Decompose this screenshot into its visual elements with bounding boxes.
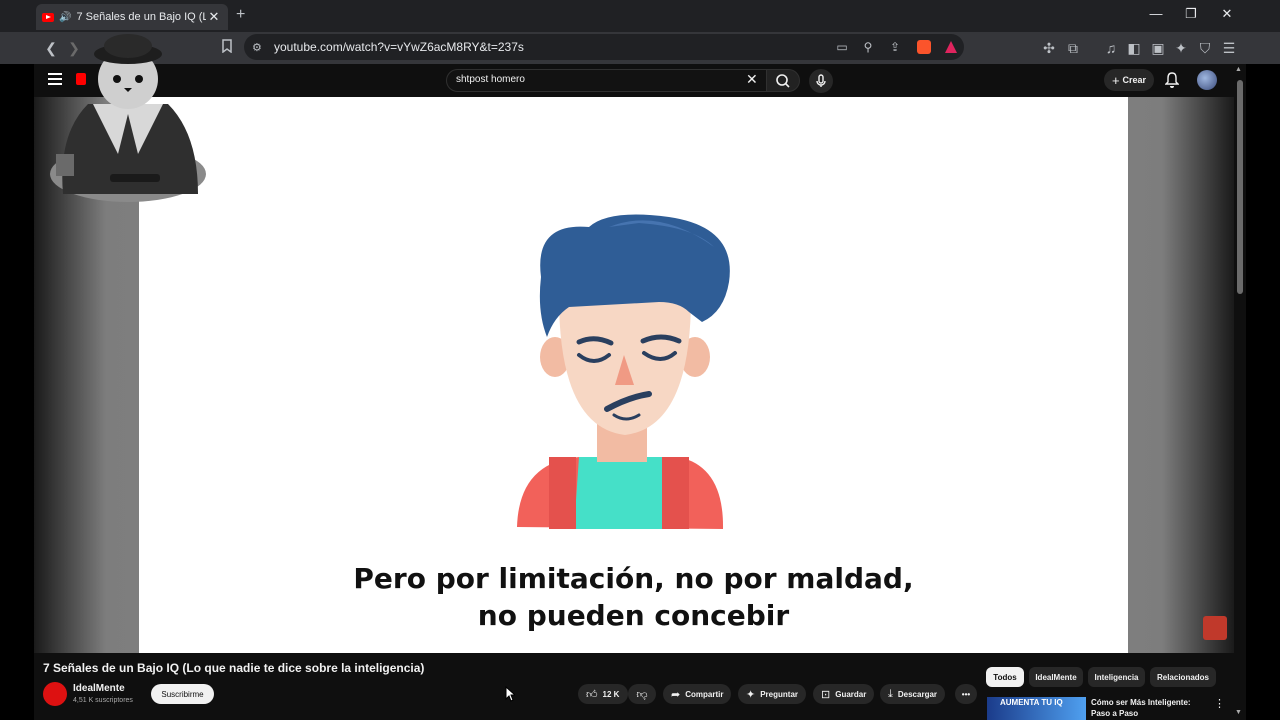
download-icon: ⤓: [888, 687, 893, 700]
bookmark-icon[interactable]: [217, 38, 237, 58]
screenshot-icon[interactable]: ⧉: [1063, 38, 1083, 58]
cat-overlay-image: [48, 24, 208, 209]
media-icon[interactable]: ♫: [1101, 38, 1121, 58]
more-horiz-icon: •••: [961, 689, 971, 699]
thumbs-down-icon: 👎︎: [636, 688, 648, 701]
chip-todos[interactable]: Todos: [986, 667, 1024, 687]
search-button[interactable]: [766, 69, 800, 92]
sidebar-icon[interactable]: ◧: [1124, 38, 1144, 58]
url-text: youtube.com/watch?v=vYwZ6acM8RY&t=237s: [274, 40, 524, 54]
video-title: 7 Señales de un Bajo IQ (Lo que nadie te…: [43, 661, 425, 675]
brave-shields-icon[interactable]: [917, 40, 931, 54]
sparkle-icon: ✦: [746, 688, 756, 701]
speaker-icon[interactable]: 🔊: [59, 12, 71, 23]
save-playlist-icon: ⊡: [821, 688, 831, 701]
share-icon: ➦: [671, 688, 681, 701]
save-button[interactable]: ⊡ Guardar: [813, 684, 875, 704]
vpn-icon[interactable]: ⛉: [1195, 38, 1215, 58]
channel-avatar[interactable]: [43, 682, 67, 706]
subscribe-button[interactable]: Suscribirme: [151, 684, 214, 704]
scrollbar-thumb[interactable]: [1237, 80, 1243, 294]
chip-idealmente[interactable]: IdealMente: [1029, 667, 1083, 687]
minimize-icon[interactable]: —: [1146, 6, 1166, 21]
account-avatar[interactable]: [1197, 70, 1217, 90]
channel-name[interactable]: IdealMente: [73, 683, 125, 694]
cast-icon[interactable]: ▭: [834, 39, 850, 55]
search-query: shtpost homero: [456, 74, 525, 85]
share-label: Compartir: [685, 689, 724, 699]
caption-line-1: Pero por limitación, no por maldad,: [353, 562, 914, 595]
save-label: Guardar: [835, 689, 867, 699]
clear-search-icon[interactable]: ✕: [746, 71, 758, 88]
share-button[interactable]: ➦ Compartir: [663, 684, 732, 704]
more-vert-icon[interactable]: ⋮: [1214, 697, 1225, 710]
voice-search-button[interactable]: [809, 69, 833, 93]
ask-label: Preguntar: [760, 689, 799, 699]
notifications-bell-icon[interactable]: [1164, 72, 1180, 88]
like-button[interactable]: 👍︎ 12 K: [578, 684, 628, 704]
ask-button[interactable]: ✦ Preguntar: [738, 684, 807, 704]
youtube-favicon-icon: [42, 12, 54, 22]
mouse-cursor-icon: [505, 685, 517, 707]
brave-rewards-icon[interactable]: [944, 40, 958, 54]
plus-icon: +: [1111, 72, 1120, 88]
create-button[interactable]: + Crear: [1104, 69, 1154, 91]
thumbnail-text: AUMENTA TU IQ: [1000, 698, 1063, 707]
video-caption: Pero por limitación, no por maldad, no p…: [139, 560, 1128, 634]
tab-title: 7 Señales de un Bajo IQ (Lo q: [76, 11, 206, 23]
download-button[interactable]: ⤓ Descargar: [880, 684, 946, 704]
scroll-up-icon[interactable]: ▲: [1235, 66, 1242, 73]
recommended-title[interactable]: Cómo ser Más Inteligente: Paso a Paso: [1091, 697, 1211, 719]
video-overlay-button[interactable]: [1203, 616, 1227, 640]
menu-icon[interactable]: ☰: [1219, 38, 1239, 58]
mic-icon: [816, 74, 826, 87]
tab-close-icon[interactable]: ✕: [206, 9, 222, 25]
extensions-icon[interactable]: ✣: [1039, 38, 1059, 58]
dislike-button[interactable]: 👎︎: [628, 684, 656, 704]
wallet-icon[interactable]: ▣: [1148, 38, 1168, 58]
new-tab-icon[interactable]: +: [236, 6, 245, 24]
share-page-icon[interactable]: ⇪: [887, 39, 903, 55]
chip-relacionados[interactable]: Relacionados: [1150, 667, 1216, 687]
thumbs-up-icon: 👍︎: [586, 688, 598, 701]
subscriber-count: 4,51 K suscriptores: [73, 697, 133, 704]
search-icon: [776, 74, 790, 88]
close-window-icon[interactable]: ✕: [1217, 6, 1237, 22]
leo-ai-icon[interactable]: ✦: [1171, 38, 1191, 58]
address-bar[interactable]: ⚙ youtube.com/watch?v=vYwZ6acM8RY&t=237s: [244, 34, 964, 60]
download-label: Descargar: [897, 689, 938, 699]
caption-line-2: no pueden concebir: [477, 599, 790, 632]
more-actions-button[interactable]: •••: [955, 684, 977, 704]
zoom-icon[interactable]: ⚲: [860, 39, 876, 55]
create-label: Crear: [1122, 75, 1147, 85]
restore-icon[interactable]: ❐: [1181, 6, 1201, 22]
site-settings-icon[interactable]: ⚙: [252, 41, 262, 54]
scroll-down-icon[interactable]: ▼: [1235, 709, 1242, 716]
chip-inteligencia[interactable]: Inteligencia: [1088, 667, 1145, 687]
like-count: 12 K: [602, 689, 620, 699]
